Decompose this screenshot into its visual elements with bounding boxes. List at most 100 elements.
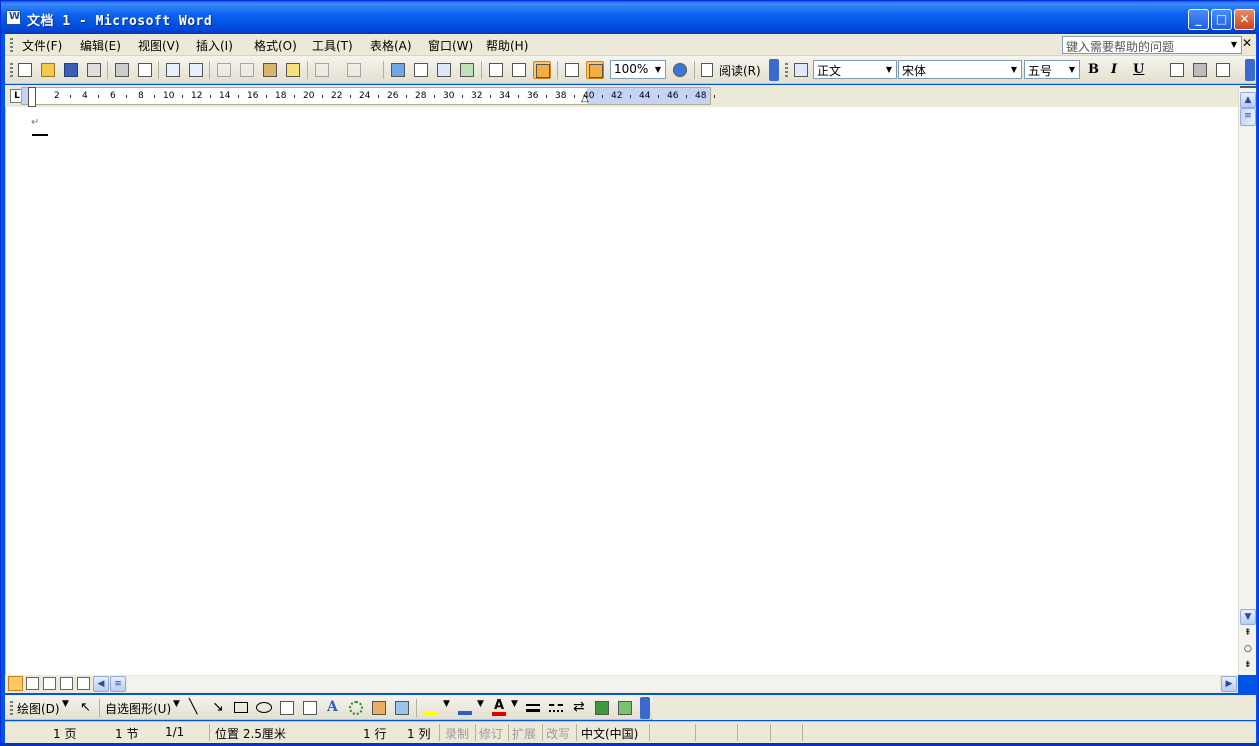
hyperlink-icon[interactable] [389, 61, 407, 79]
line-color-icon[interactable] [456, 699, 474, 717]
arrow-icon[interactable]: ↘ [209, 699, 227, 717]
vertical-text-box-icon[interactable] [301, 699, 319, 717]
scale-text-icon[interactable] [1214, 61, 1232, 79]
reading-layout-icon[interactable] [77, 677, 90, 690]
draw-menu-button[interactable]: 绘图(D) [17, 700, 60, 717]
scroll-right-icon[interactable]: ▶ [1221, 676, 1237, 692]
line-style-icon[interactable] [524, 699, 542, 717]
toolbar-options-icon[interactable] [769, 59, 779, 81]
document-map-icon[interactable] [533, 61, 551, 79]
drawing-icon[interactable] [510, 61, 528, 79]
styles-icon[interactable] [792, 61, 810, 79]
split-bar[interactable] [1240, 86, 1256, 91]
menu-insert[interactable]: 插入(I) [196, 37, 233, 54]
diagram-icon[interactable] [347, 699, 365, 717]
menu-table[interactable]: 表格(A) [370, 37, 412, 54]
select-browse-object-icon[interactable]: ○ [1244, 644, 1252, 654]
chevron-down-icon[interactable]: ▼ [511, 699, 518, 709]
chevron-down-icon[interactable]: ▼ [477, 699, 484, 709]
maximize-button[interactable]: □ [1211, 9, 1232, 30]
chevron-down-icon[interactable]: ▼ [1008, 62, 1020, 77]
toolbar-options-icon[interactable] [640, 697, 650, 719]
status-overtype[interactable]: 改写 [546, 725, 570, 742]
oval-icon[interactable] [255, 699, 273, 717]
status-extend[interactable]: 扩展 [512, 725, 536, 742]
shadow-style-icon[interactable] [593, 699, 611, 717]
chevron-down-icon[interactable]: ▼ [652, 62, 664, 77]
zoom-select[interactable]: 100% ▼ [610, 60, 666, 79]
format-painter-icon[interactable] [284, 61, 302, 79]
help-search-input[interactable]: 键入需要帮助的问题 ▼ [1062, 36, 1242, 54]
permission-icon[interactable] [85, 61, 103, 79]
insert-excel-icon[interactable] [458, 61, 476, 79]
outline-view-icon[interactable] [60, 677, 73, 690]
cut-icon[interactable] [215, 61, 233, 79]
wordart-icon[interactable]: A [324, 699, 342, 717]
select-objects-icon[interactable]: ↖ [76, 699, 94, 717]
menu-help[interactable]: 帮助(H) [486, 37, 528, 54]
toolbar-grip[interactable] [10, 701, 13, 715]
research-icon[interactable] [187, 61, 205, 79]
scroll-down-icon[interactable]: ▼ [1240, 609, 1256, 625]
scroll-left-icon[interactable]: ◀ [93, 676, 109, 692]
bold-button[interactable]: B [1088, 62, 1099, 77]
line-icon[interactable]: ╲ [186, 699, 204, 717]
character-border-icon[interactable] [1168, 61, 1186, 79]
chevron-down-icon[interactable]: ▼ [173, 699, 180, 709]
style-select[interactable]: 正文 ▼ [813, 60, 897, 79]
minimize-button[interactable]: _ [1188, 9, 1209, 30]
help-icon[interactable] [671, 61, 689, 79]
vertical-scrollbar[interactable]: ▲ ≡ ▼ ⇞ ○ ⇟ [1238, 85, 1256, 675]
horizontal-scroll-thumb[interactable]: ≡ [110, 676, 126, 692]
tables-borders-icon[interactable] [412, 61, 430, 79]
menu-tools[interactable]: 工具(T) [312, 37, 353, 54]
print-icon[interactable] [113, 61, 131, 79]
paragraph-marks-icon[interactable] [586, 61, 604, 79]
menu-file[interactable]: 文件(F) [22, 37, 62, 54]
italic-button[interactable]: I [1111, 62, 1117, 77]
autoshapes-menu-button[interactable]: 自选图形(U) [105, 700, 171, 717]
read-button[interactable]: 阅读(R) [699, 61, 763, 79]
status-track-changes[interactable]: 修订 [479, 725, 503, 742]
font-size-select[interactable]: 五号 ▼ [1024, 60, 1080, 79]
text-box-icon[interactable] [278, 699, 296, 717]
open-folder-icon[interactable] [39, 61, 57, 79]
menu-window[interactable]: 窗口(W) [428, 37, 473, 54]
toolbar-grip[interactable] [785, 63, 788, 77]
arrow-style-icon[interactable]: ⇄ [570, 699, 588, 717]
copy-icon[interactable] [238, 61, 256, 79]
insert-picture-icon[interactable] [393, 699, 411, 717]
spelling-icon[interactable] [164, 61, 182, 79]
right-indent-marker-icon[interactable]: △ [581, 93, 589, 104]
document-page[interactable] [5, 107, 1238, 675]
horizontal-scroll-track[interactable] [127, 676, 1220, 692]
scroll-thumb[interactable]: ≡ [1240, 108, 1256, 126]
scroll-up-icon[interactable]: ▲ [1240, 92, 1256, 108]
chevron-down-icon[interactable]: ▼ [62, 699, 69, 709]
status-record[interactable]: 录制 [445, 725, 469, 742]
redo-icon[interactable] [345, 61, 363, 79]
underline-button[interactable]: U [1133, 62, 1144, 77]
chevron-down-icon[interactable]: ▼ [1066, 62, 1078, 77]
fill-color-icon[interactable] [422, 699, 440, 717]
chevron-down-icon[interactable]: ▼ [1228, 38, 1240, 52]
show-hide-icon[interactable] [563, 61, 581, 79]
print-layout-icon[interactable] [43, 677, 56, 690]
rectangle-icon[interactable] [232, 699, 250, 717]
word-app-icon[interactable] [6, 10, 21, 25]
title-bar[interactable]: 文档 1 - Microsoft Word _ □ ✕ [1, 1, 1259, 34]
undo-icon[interactable] [313, 61, 331, 79]
paste-icon[interactable] [261, 61, 279, 79]
menubar-grip[interactable] [10, 38, 13, 52]
previous-page-icon[interactable]: ⇞ [1244, 628, 1252, 638]
save-icon[interactable] [62, 61, 80, 79]
toolbar-options-icon[interactable] [1245, 59, 1255, 81]
chevron-down-icon[interactable]: ▼ [883, 62, 895, 77]
next-page-icon[interactable]: ⇟ [1244, 660, 1252, 670]
print-preview-icon[interactable] [136, 61, 154, 79]
insert-table-icon[interactable] [435, 61, 453, 79]
chevron-down-icon[interactable]: ▼ [443, 699, 450, 709]
toolbar-grip[interactable] [10, 63, 13, 77]
horizontal-ruler[interactable]: 2 4 6 8 10 12 14 16 18 20 22 24 26 28 30 32 34 36 38 40 42 44… [21, 87, 715, 105]
menu-view[interactable]: 视图(V) [138, 37, 180, 54]
